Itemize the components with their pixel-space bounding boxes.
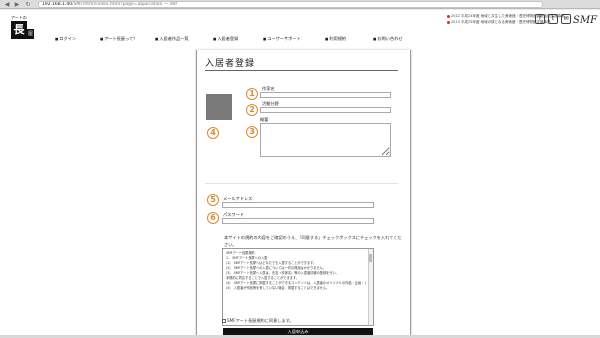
agree-checkbox[interactable]	[222, 319, 226, 323]
back-icon[interactable]: ◀	[3, 1, 11, 8]
annotation-5: 5	[207, 194, 219, 206]
annotation-4: 4	[207, 127, 219, 139]
twitter-icon[interactable]: t	[548, 14, 558, 24]
terms-scrollbar[interactable]	[368, 249, 373, 325]
nav-terms[interactable]: 利用規約	[325, 35, 346, 43]
agree-label: SMFアート長屋規約に同意します。	[227, 318, 294, 323]
bullet-icon	[447, 14, 450, 18]
browser-toolbar: ◀ ▶ ↻ 192.168.1.40/SMF/html/index.html?p…	[0, 0, 600, 9]
logo-top-text: アートの	[11, 15, 27, 20]
terms-notice: 本サイトの規約の内容をご確認のうえ、「同意する」チェックボックスにチェックを入れ…	[224, 235, 402, 247]
registration-panel: 入居者登録 1 作家名 2 活動分野 4 3 概要 5 メールアドレス 6 パス…	[196, 50, 411, 338]
nav-contact[interactable]: お問い合わせ	[373, 35, 402, 43]
nav-support[interactable]: ユーザーサポート	[263, 35, 300, 43]
site-logo[interactable]: アートの 長 屋	[11, 15, 34, 41]
mail-icon[interactable]: ✉	[561, 14, 571, 24]
page-title: 入居者登録	[205, 59, 256, 69]
nav-works[interactable]: 入居者作品一覧	[155, 35, 188, 43]
global-nav: ログイン アート長屋って？ 入居者作品一覧 入居者登録 ユーザーサポート 利用規…	[55, 35, 402, 43]
terms-line: (5) 入居者が作品等を有していない場合、掲載することはできません。	[226, 286, 330, 290]
reload-icon[interactable]: ↻	[24, 1, 32, 8]
sponsor-line-1: 2012 平成24年度 地域と共生した美術館・歴史博物館創造活動支援事業	[447, 14, 565, 19]
annotation-6: 6	[207, 212, 219, 224]
address-bar[interactable]: 192.168.1.40/SMF/html/index.html?page=ap…	[38, 1, 543, 8]
genre-input[interactable]	[260, 107, 391, 113]
section-divider	[205, 183, 398, 184]
annotation-1: 1	[246, 88, 258, 100]
title-divider	[205, 70, 398, 71]
logo-main-text: 長	[11, 21, 27, 39]
terms-box[interactable]: SMFアート長屋規約 1. SMFアート長屋への入居 (1) SMFアート長屋へ…	[222, 248, 374, 326]
nav-register[interactable]: 入居者登録	[213, 35, 238, 43]
scrollbar-thumb[interactable]	[369, 254, 372, 262]
nav-about[interactable]: アート長屋って？	[100, 35, 137, 43]
bullet-icon	[447, 20, 450, 24]
annotation-3: 3	[246, 126, 258, 138]
url-path: /SMF/html/index.html?page=application — …	[72, 2, 177, 7]
annotation-2: 2	[246, 104, 258, 116]
logo-sub-text: 屋	[27, 29, 34, 39]
artist-name-input[interactable]	[260, 92, 391, 98]
url-host: 192.168.1.40	[42, 2, 73, 7]
smf-logo[interactable]: SMF	[573, 15, 597, 26]
page: アートの 長 屋 2012 平成24年度 地域と共生した美術館・歴史博物館創造活…	[0, 10, 600, 338]
password-input[interactable]	[222, 218, 374, 224]
nav-login[interactable]: ログイン	[55, 35, 76, 43]
facebook-icon[interactable]: f	[535, 14, 545, 24]
summary-textarea[interactable]	[260, 123, 391, 157]
email-input[interactable]	[222, 202, 374, 208]
agree-checkbox-row[interactable]: SMFアート長屋規約に同意します。	[222, 318, 294, 324]
forward-icon[interactable]: ▶	[13, 1, 21, 8]
profile-image-placeholder[interactable]	[206, 94, 232, 120]
